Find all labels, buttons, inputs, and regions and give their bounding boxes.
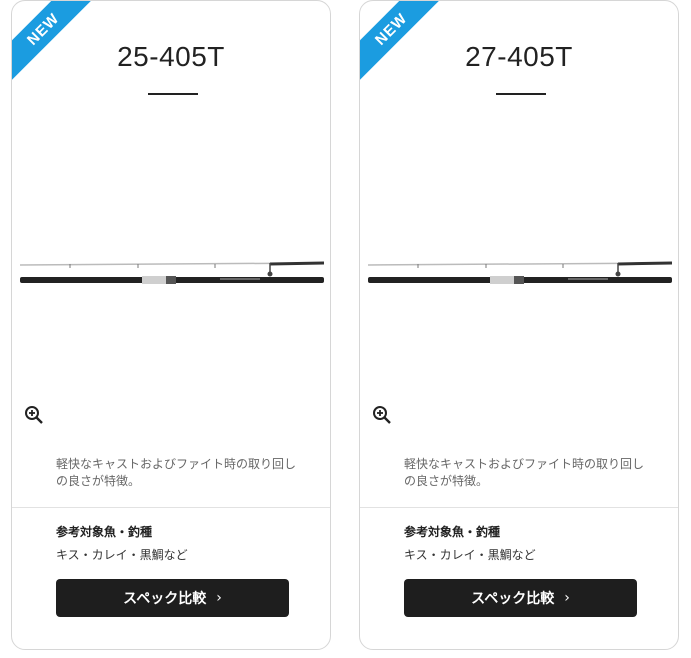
rod-image[interactable]: [20, 256, 324, 296]
title-underline: [496, 93, 546, 95]
title-underline: [148, 93, 198, 95]
spec-compare-button[interactable]: スペック比較 ›: [404, 579, 637, 617]
product-model: 27-405T: [465, 41, 573, 72]
product-model: 25-405T: [117, 41, 225, 72]
rod-image[interactable]: [368, 256, 672, 296]
spec-compare-label: スペック比較: [471, 591, 555, 607]
target-fish-value: キス・カレイ・黒鯛など: [56, 548, 188, 562]
chevron-right-icon: ›: [216, 590, 222, 606]
product-card[interactable]: NEW 27-405T 軽快なキャストおよびファイト時の取り回しの良さが特徴。 …: [359, 0, 679, 650]
target-fish-label: 参考対象魚・釣種: [404, 525, 501, 539]
product-card[interactable]: NEW 25-405T 軽快なキャストおよびファイト時の取り回しの良さが特徴。 …: [11, 0, 331, 650]
zoom-in-icon[interactable]: [24, 405, 44, 425]
target-fish-value: キス・カレイ・黒鯛など: [404, 548, 536, 562]
divider: [12, 507, 330, 508]
product-description: 軽快なキャストおよびファイト時の取り回しの良さが特徴。: [404, 457, 645, 488]
divider: [360, 507, 678, 508]
zoom-in-icon[interactable]: [372, 405, 392, 425]
spec-compare-label: スペック比較: [123, 591, 207, 607]
product-description: 軽快なキャストおよびファイト時の取り回しの良さが特徴。: [56, 457, 297, 488]
chevron-right-icon: ›: [564, 590, 570, 606]
target-fish-label: 参考対象魚・釣種: [56, 525, 153, 539]
spec-compare-button[interactable]: スペック比較 ›: [56, 579, 289, 617]
